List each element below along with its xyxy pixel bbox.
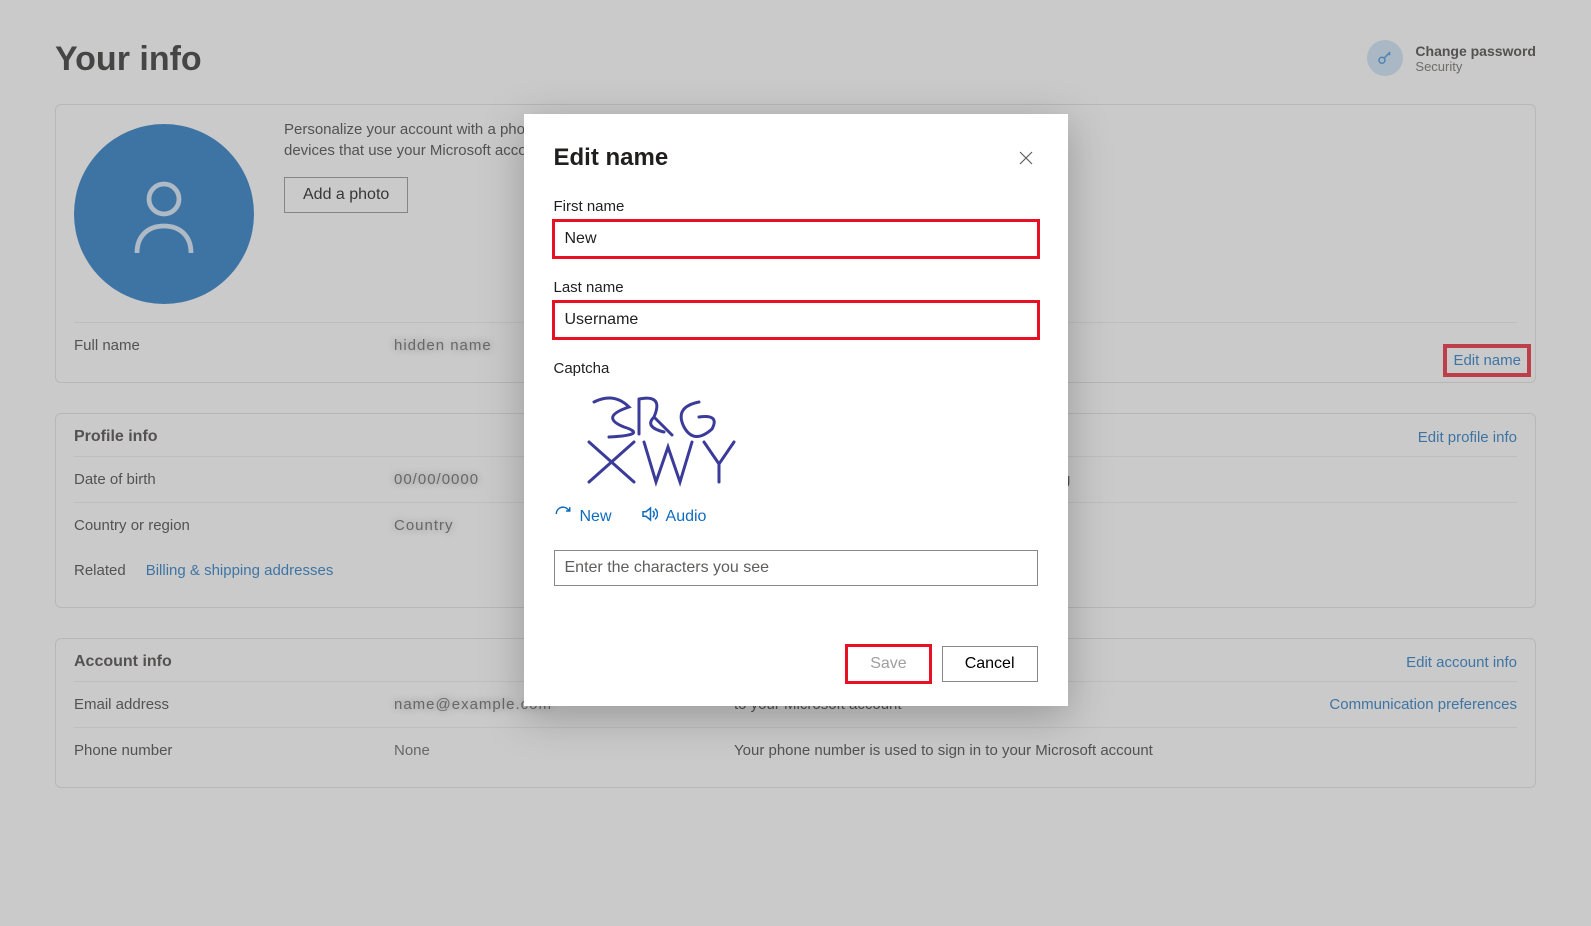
save-button[interactable]: Save xyxy=(847,646,929,682)
last-name-input[interactable] xyxy=(554,302,1038,338)
first-name-label: First name xyxy=(554,198,1038,215)
last-name-label: Last name xyxy=(554,279,1038,296)
close-button[interactable] xyxy=(1014,146,1038,170)
refresh-icon xyxy=(554,505,572,528)
captcha-new-label: New xyxy=(580,508,612,526)
captcha-image xyxy=(554,383,764,491)
captcha-audio-button[interactable]: Audio xyxy=(640,505,707,528)
captcha-input[interactable] xyxy=(554,550,1038,586)
modal-overlay: Edit name First name Last name Captcha xyxy=(0,0,1591,926)
dialog-title: Edit name xyxy=(554,144,669,172)
first-name-input[interactable] xyxy=(554,221,1038,257)
audio-icon xyxy=(640,505,658,528)
close-icon xyxy=(1018,150,1034,166)
captcha-new-button[interactable]: New xyxy=(554,505,612,528)
captcha-label: Captcha xyxy=(554,360,1038,377)
edit-name-dialog: Edit name First name Last name Captcha xyxy=(524,114,1068,706)
captcha-audio-label: Audio xyxy=(666,508,707,526)
cancel-button[interactable]: Cancel xyxy=(942,646,1038,682)
